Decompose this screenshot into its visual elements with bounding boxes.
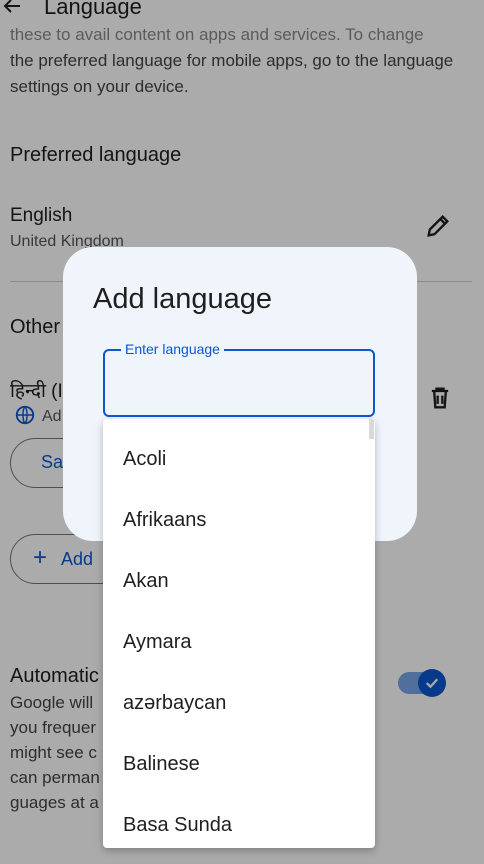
language-search-input[interactable]: [119, 369, 359, 397]
list-item[interactable]: Acoli: [103, 419, 375, 480]
language-suggestions-list[interactable]: Acoli Afrikaans Akan Aymara azərbaycan B…: [103, 419, 375, 848]
language-search-field[interactable]: Enter language: [103, 341, 375, 417]
list-item[interactable]: azərbaycan: [103, 663, 375, 724]
dialog-title: Add language: [93, 283, 272, 315]
field-label: Enter language: [121, 341, 224, 357]
list-item[interactable]: Aymara: [103, 602, 375, 663]
list-item[interactable]: Afrikaans: [103, 480, 375, 541]
list-item[interactable]: Balinese: [103, 724, 375, 785]
list-item[interactable]: Basa Sunda: [103, 785, 375, 846]
scrollbar[interactable]: [369, 419, 374, 439]
list-item[interactable]: Akan: [103, 541, 375, 602]
